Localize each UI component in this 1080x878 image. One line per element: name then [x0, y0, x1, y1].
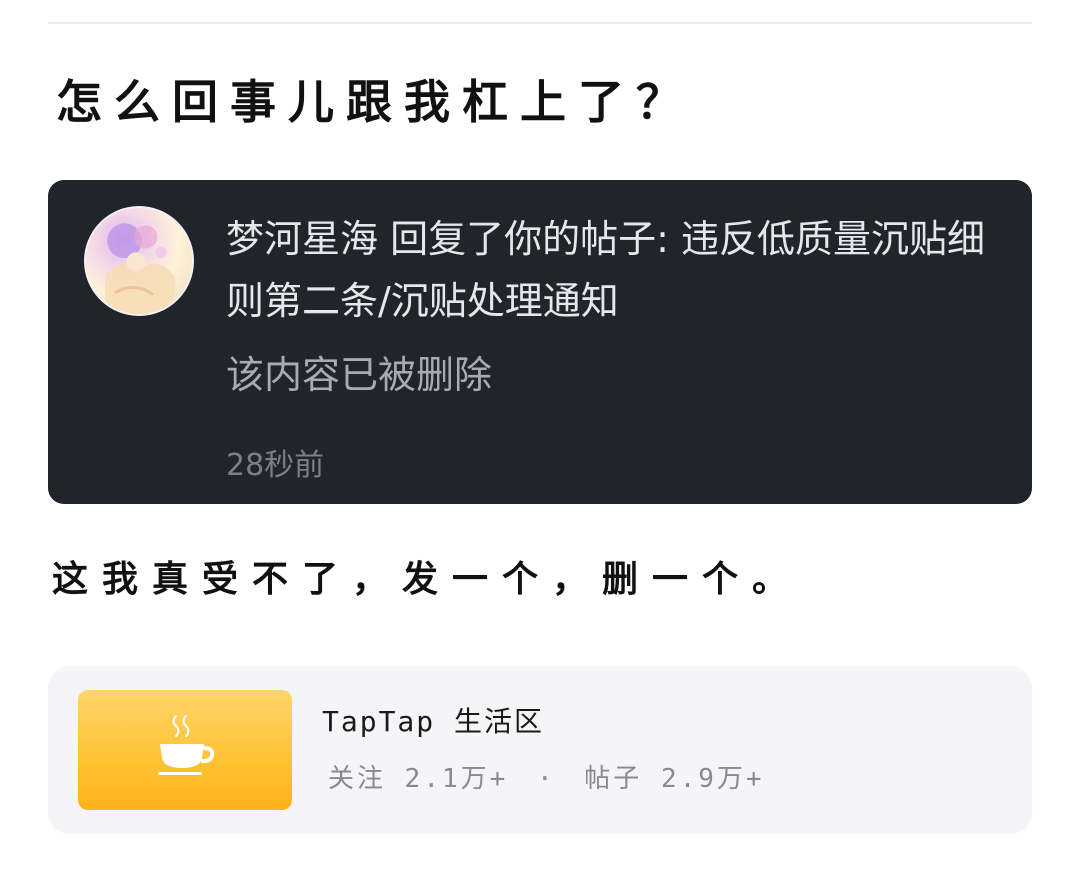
post-body: 这我真受不了，发一个，删一个。 — [52, 558, 803, 600]
avatar-illustration — [105, 223, 175, 314]
user-avatar[interactable] — [84, 206, 194, 316]
post-title: 怎么回事儿跟我杠上了？ — [56, 75, 694, 129]
posts-count: 2.9万+ — [660, 764, 765, 794]
notification-card[interactable]: 梦河星海 回复了你的帖子: 违反低质量沉贴细则第二条/沉贴处理通知 该内容已被删… — [48, 180, 1032, 504]
forum-card[interactable]: TapTap 生活区 关注 2.1万+ · 帖子 2.9万+ — [48, 666, 1032, 834]
notification-message[interactable]: 梦河星海 回复了你的帖子: 违反低质量沉贴细则第二条/沉贴处理通知 — [226, 208, 996, 332]
follow-label: 关注 — [328, 764, 387, 794]
forum-name[interactable]: TapTap 生活区 — [322, 700, 544, 740]
deleted-content-notice: 该内容已被删除 — [226, 353, 493, 397]
forum-icon-tile — [78, 690, 292, 810]
posts-label: 帖子 — [584, 764, 643, 794]
notification-timestamp: 28秒前 — [226, 448, 325, 483]
coffee-cup-icon — [158, 715, 215, 775]
stats-separator: · — [536, 764, 556, 794]
follow-count: 2.1万+ — [404, 764, 509, 794]
top-divider — [48, 22, 1032, 24]
forum-stats: 关注 2.1万+ · 帖子 2.9万+ — [328, 758, 765, 795]
